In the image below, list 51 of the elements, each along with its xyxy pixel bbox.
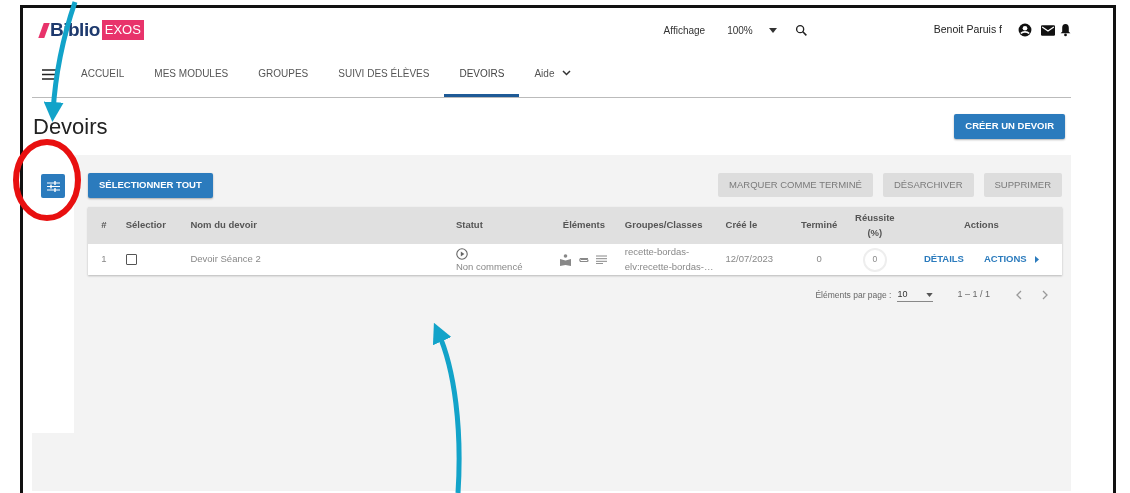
account-icon[interactable] bbox=[1018, 23, 1032, 37]
nav-tab[interactable]: MES MODULES bbox=[139, 52, 244, 97]
caret-icon bbox=[926, 292, 934, 297]
sliders-icon bbox=[46, 180, 60, 192]
user-name: Benoit Paruis f bbox=[933, 22, 1002, 38]
success-rate: 0 bbox=[862, 247, 887, 272]
caret-icon bbox=[768, 27, 777, 33]
menu-icon[interactable] bbox=[42, 69, 56, 80]
column-header: Sélectior bbox=[119, 207, 185, 244]
chevron-icon bbox=[562, 70, 572, 76]
page-title: Devoirs bbox=[32, 113, 108, 141]
page-size-label: Éléments par page : bbox=[815, 288, 892, 302]
column-header: Terminé bbox=[789, 207, 850, 244]
next-page-icon[interactable] bbox=[1042, 290, 1048, 300]
column-header: Groupes/Classes bbox=[618, 207, 720, 244]
text-lines-icon bbox=[596, 255, 608, 264]
completed-count: 0 bbox=[816, 253, 822, 265]
assignment-name: Devoir Séance 2 bbox=[190, 253, 261, 265]
page-size-select[interactable]: 10 bbox=[897, 287, 934, 303]
created-date: 12/07/2023 bbox=[725, 253, 774, 265]
select-all-button[interactable]: SÉLECTIONNER TOUT bbox=[88, 173, 213, 198]
play-icon bbox=[455, 247, 468, 260]
help-menu[interactable]: Aide bbox=[519, 52, 587, 97]
nav-tab[interactable]: DEVOIRS bbox=[444, 52, 520, 97]
column-header: Actions bbox=[900, 207, 1062, 244]
zoom-dropdown[interactable]: 100% bbox=[727, 22, 777, 38]
previous-page-icon[interactable] bbox=[1016, 290, 1022, 300]
details-link[interactable]: DÉTAILS bbox=[924, 252, 964, 267]
column-header: Statut bbox=[449, 207, 550, 244]
caret-icon bbox=[1034, 256, 1039, 263]
column-header: Nom du devoir bbox=[184, 207, 450, 244]
nav-tab[interactable]: ACCUEIL bbox=[66, 52, 140, 97]
create-button[interactable]: CRÉER UN DEVOIR bbox=[954, 114, 1065, 139]
column-header: # bbox=[88, 207, 120, 244]
search-icon[interactable] bbox=[794, 23, 808, 37]
display-label: Affichage bbox=[663, 23, 706, 38]
bell-icon[interactable] bbox=[1060, 23, 1071, 37]
page-range: 1 – 1 / 1 bbox=[957, 288, 990, 302]
status-text: Non commencé bbox=[455, 260, 523, 272]
mail-icon[interactable] bbox=[1041, 24, 1055, 36]
book-reader-icon bbox=[560, 253, 572, 266]
row-checkbox[interactable] bbox=[125, 254, 137, 266]
row-number: 1 bbox=[101, 253, 107, 265]
filter-button[interactable] bbox=[41, 174, 65, 198]
column-header: Créé le bbox=[719, 207, 790, 244]
group-names: recette-bordas- elv:recette-bordas-… bbox=[624, 246, 714, 272]
nav-tab[interactable]: GROUPES bbox=[243, 52, 324, 97]
nav-tab[interactable]: SUIVI DES ÉLÈVES bbox=[323, 52, 445, 97]
column-header: Réussite (%) bbox=[849, 207, 901, 244]
actions-menu[interactable]: ACTIONS bbox=[983, 252, 1039, 267]
column-header: Éléments bbox=[549, 207, 619, 244]
